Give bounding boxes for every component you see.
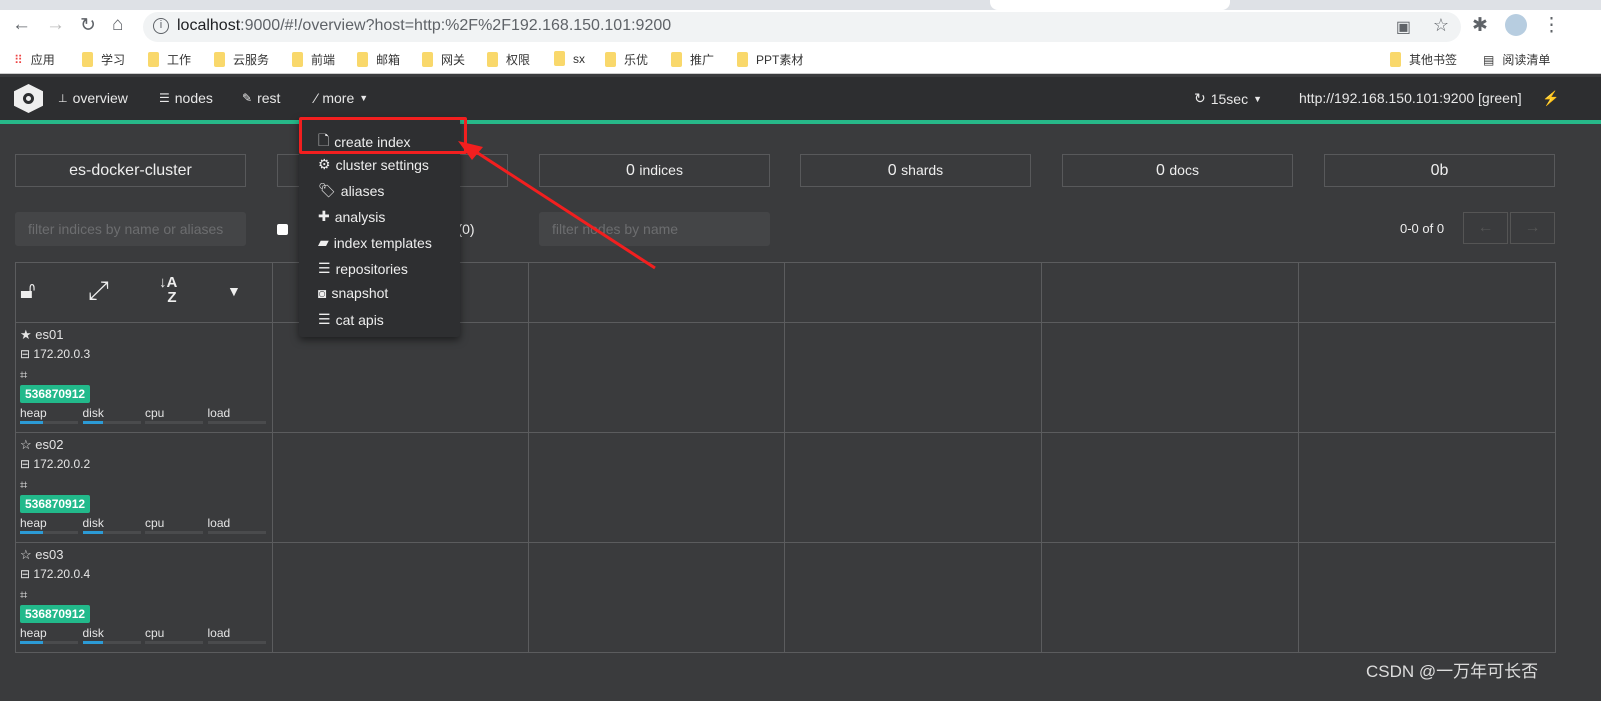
watermark: CSDN @一万年可长否 (1366, 662, 1539, 681)
annotation-arrow (458, 141, 656, 270)
